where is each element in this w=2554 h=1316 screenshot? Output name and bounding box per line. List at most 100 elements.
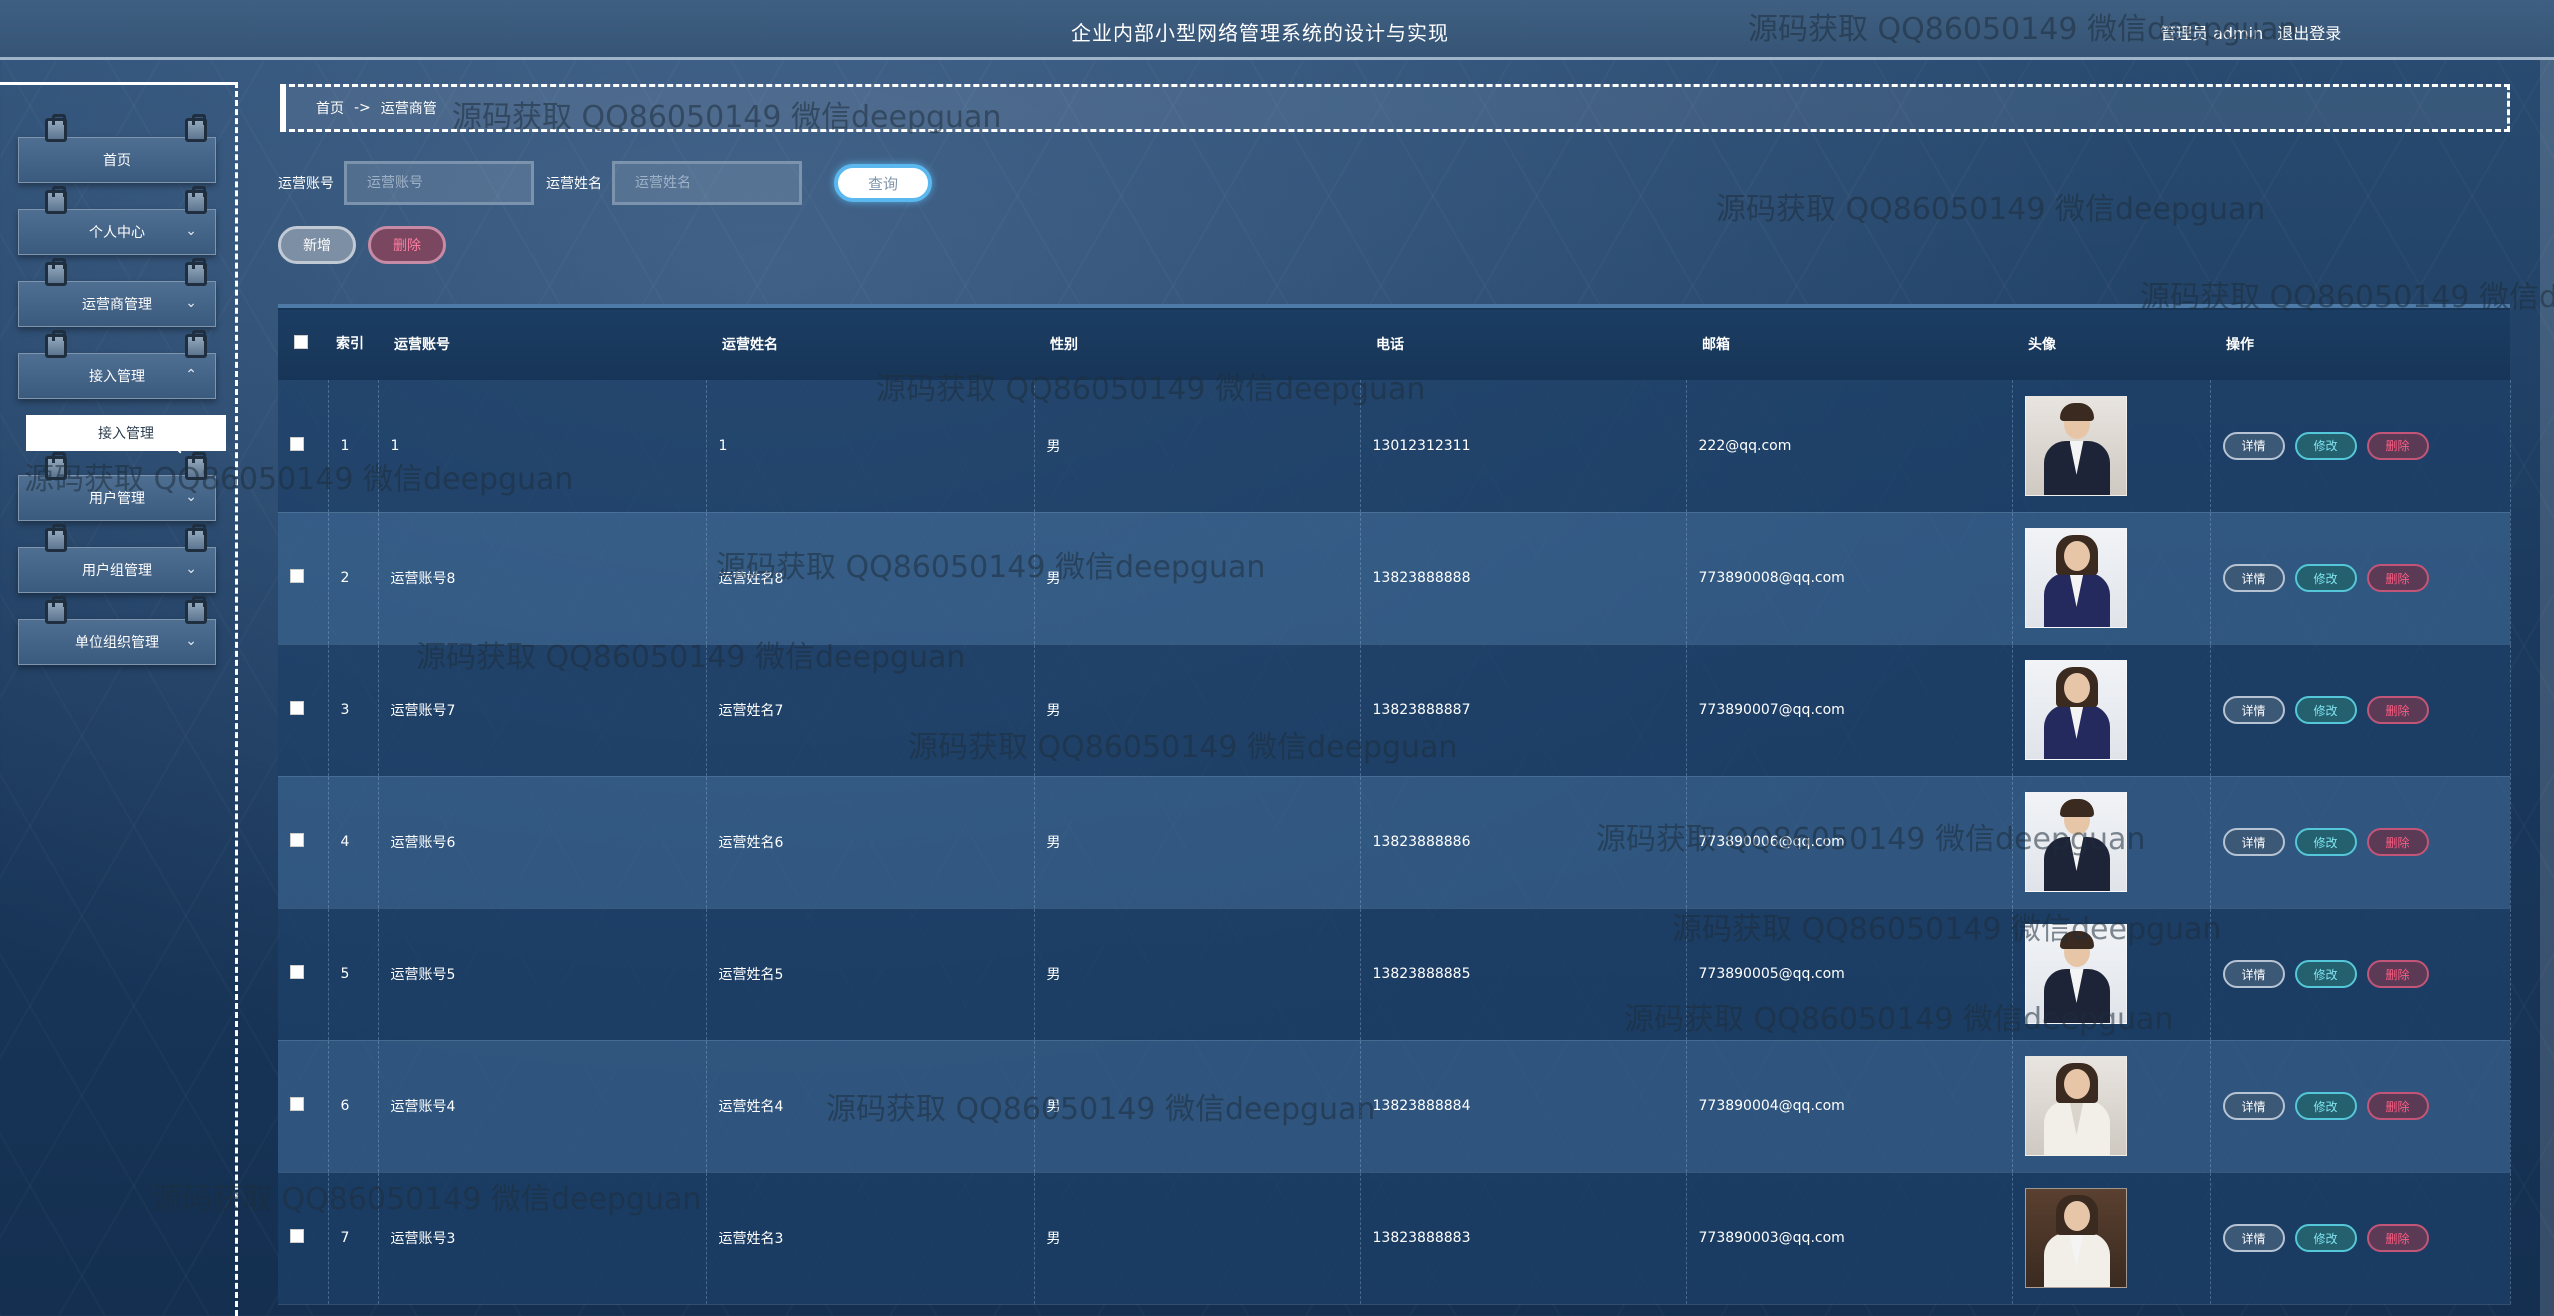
table-row: 4 运营账号6 运营姓名6 男 13823888886 773890006@qq…: [278, 776, 2511, 909]
cell-name: 1: [706, 380, 1035, 513]
edit-button[interactable]: 修改: [2294, 564, 2357, 592]
row-checkbox[interactable]: [290, 701, 304, 715]
woman-suit-avatar: [2024, 528, 2127, 628]
binder-clip-icon: [45, 330, 67, 358]
woman-white-avatar: [2024, 1056, 2127, 1156]
detail-button[interactable]: 详情: [2222, 960, 2285, 988]
row-checkbox[interactable]: [290, 1097, 304, 1111]
cell-account: 运营账号6: [378, 776, 707, 909]
cell-index: 4: [328, 776, 379, 909]
cell-account: 运营账号4: [378, 1040, 707, 1173]
cell-email: 773890006@qq.com: [1686, 776, 2013, 909]
cell-phone: 13012312311: [1360, 380, 1687, 513]
cell-ops: 详情 修改 删除: [2210, 908, 2511, 1041]
delete-button[interactable]: 删除: [2366, 1224, 2429, 1252]
edit-button[interactable]: 修改: [2294, 431, 2357, 460]
row-select-cell: [278, 1040, 329, 1173]
sidebar-item-user-group-management[interactable]: 用户组管理 ⌄: [18, 524, 216, 593]
chevron-down-icon: ⌄: [185, 295, 197, 311]
cell-ops: 详情 修改 删除: [2210, 776, 2511, 909]
row-checkbox[interactable]: [290, 569, 304, 583]
logout-link[interactable]: 退出登录: [2277, 20, 2341, 44]
cell-name: 运营姓名6: [706, 776, 1035, 909]
cell-email: 773890008@qq.com: [1686, 512, 2013, 645]
edit-button[interactable]: 修改: [2294, 696, 2357, 724]
header-email: 邮箱: [1702, 337, 1730, 353]
sidebar-item-access-management[interactable]: 接入管理 ⌃: [18, 330, 216, 399]
breadcrumb-current: 运营商管: [380, 101, 437, 117]
detail-button[interactable]: 详情: [2222, 1224, 2285, 1252]
detail-button[interactable]: 详情: [2222, 696, 2285, 724]
header-gender: 性别: [1050, 337, 1078, 353]
cell-account: 运营账号8: [378, 512, 707, 645]
cell-email: 222@qq.com: [1686, 380, 2013, 513]
name-search-input[interactable]: [612, 161, 802, 205]
cell-email: 773890007@qq.com: [1686, 644, 2013, 777]
current-user-label: 管理员 admin: [2160, 24, 2264, 43]
edit-button[interactable]: 修改: [2294, 1092, 2357, 1120]
edit-button[interactable]: 修改: [2294, 828, 2357, 856]
batch-delete-button[interactable]: 删除: [368, 226, 446, 264]
row-checkbox[interactable]: [290, 436, 304, 451]
query-button[interactable]: 查询: [834, 164, 932, 202]
breadcrumb-separator: ->: [354, 100, 371, 116]
delete-button[interactable]: 删除: [2366, 1092, 2429, 1120]
select-all-checkbox[interactable]: [294, 335, 308, 349]
sidebar-subitem-access-management[interactable]: 接入管理: [26, 415, 226, 451]
cell-name: 运营姓名7: [706, 644, 1035, 777]
sidebar-item-label: 首页: [103, 153, 131, 169]
cell-account: 运营账号5: [378, 908, 707, 1041]
binder-clip-icon: [185, 330, 207, 358]
sidebar-item-operator-management[interactable]: 运营商管理 ⌄: [18, 258, 216, 327]
add-button[interactable]: 新增: [278, 226, 356, 264]
account-search-input[interactable]: [344, 161, 534, 205]
delete-button[interactable]: 删除: [2366, 960, 2429, 988]
delete-button[interactable]: 删除: [2366, 431, 2429, 460]
header-name: 运营姓名: [722, 337, 778, 353]
cell-index: 7: [328, 1172, 379, 1305]
delete-button[interactable]: 删除: [2366, 828, 2429, 856]
operator-table: 索引 运营账号 运营姓名 性别 电话 邮箱 头像 操作 1 1 1 男 1301…: [278, 304, 2511, 1305]
cell-email: 773890003@qq.com: [1686, 1172, 2013, 1305]
breadcrumb-home[interactable]: 首页: [316, 98, 344, 118]
table-row: 6 运营账号4 运营姓名4 男 13823888884 773890004@qq…: [278, 1040, 2511, 1173]
sidebar-item-label: 用户组管理: [82, 563, 152, 579]
cell-avatar: [2012, 380, 2211, 513]
header-account: 运营账号: [394, 337, 450, 353]
cell-name: 运营姓名5: [706, 908, 1035, 1041]
chevron-up-icon: ⌃: [185, 367, 197, 383]
sidebar-item-organization-management[interactable]: 单位组织管理 ⌄: [18, 596, 216, 665]
page-scrollbar[interactable]: [2540, 60, 2554, 1316]
row-checkbox[interactable]: [290, 1229, 304, 1243]
select-all-cell: [278, 306, 328, 380]
detail-button[interactable]: 详情: [2222, 564, 2285, 592]
binder-clip-icon: [45, 114, 67, 142]
cell-gender: 男: [1034, 644, 1361, 777]
delete-button[interactable]: 删除: [2366, 564, 2429, 592]
sidebar-item-user-management[interactable]: 用户管理 ⌄: [18, 452, 216, 521]
edit-button[interactable]: 修改: [2294, 1224, 2357, 1252]
row-checkbox[interactable]: [290, 965, 304, 979]
table-row: 2 运营账号8 运营姓名8 男 13823888888 773890008@qq…: [278, 512, 2511, 645]
cell-phone: 13823888883: [1360, 1172, 1687, 1305]
binder-clip-icon: [185, 452, 207, 480]
binder-clip-icon: [185, 114, 207, 142]
cell-gender: 男: [1034, 1040, 1361, 1173]
sidebar-item-personal-center[interactable]: 个人中心 ⌄: [18, 186, 216, 255]
breadcrumb: 首页 -> 运营商管: [280, 84, 2510, 132]
sidebar-item-home[interactable]: 首页: [18, 114, 216, 183]
detail-button[interactable]: 详情: [2222, 828, 2285, 856]
cell-gender: 男: [1034, 776, 1361, 909]
detail-button[interactable]: 详情: [2222, 1092, 2285, 1120]
cell-gender: 男: [1034, 380, 1361, 513]
detail-button[interactable]: 详情: [2222, 431, 2285, 460]
cell-avatar: [2012, 644, 2211, 777]
delete-button[interactable]: 删除: [2366, 696, 2429, 724]
row-checkbox[interactable]: [290, 833, 304, 847]
edit-button[interactable]: 修改: [2294, 960, 2357, 988]
cell-account: 1: [378, 380, 707, 513]
binder-clip-icon: [185, 186, 207, 214]
row-select-cell: [278, 644, 329, 777]
woman-white-avatar: [2024, 1188, 2127, 1288]
cell-phone: 13823888886: [1360, 776, 1687, 909]
